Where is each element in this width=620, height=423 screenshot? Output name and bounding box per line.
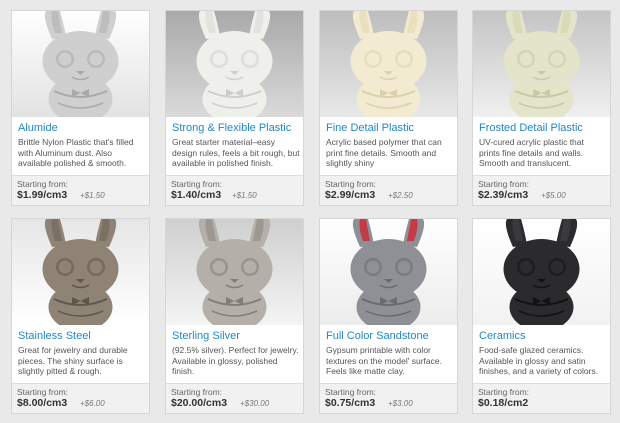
material-card-frosted-detail-plastic[interactable]: Frosted Detail Plastic UV-cured acrylic … bbox=[472, 10, 611, 206]
material-thumbnail[interactable] bbox=[320, 11, 457, 117]
starting-from-label: Starting from: bbox=[478, 179, 530, 189]
figurine-image bbox=[12, 11, 149, 117]
starting-from-label: Starting from: bbox=[171, 387, 223, 397]
materials-grid: Alumide Brittle Nylon Plastic that's fil… bbox=[0, 0, 620, 423]
figurine-image bbox=[12, 219, 149, 325]
figurine-image bbox=[320, 11, 457, 117]
price-extra: +$2.50 bbox=[388, 191, 413, 200]
price: $20.00/cm3 bbox=[171, 397, 228, 409]
price-box: Starting from: $0.75/cm3 +$3.00 bbox=[320, 383, 457, 413]
material-title[interactable]: Frosted Detail Plastic bbox=[479, 122, 609, 134]
price: $0.18/cm2 bbox=[478, 397, 529, 409]
material-title[interactable]: Stainless Steel bbox=[18, 330, 148, 342]
material-thumbnail[interactable] bbox=[320, 219, 457, 325]
material-title[interactable]: Fine Detail Plastic bbox=[326, 122, 456, 134]
material-title[interactable]: Ceramics bbox=[479, 330, 609, 342]
price-box: Starting from: $2.99/cm3 +$2.50 bbox=[320, 175, 457, 205]
material-thumbnail[interactable] bbox=[12, 219, 149, 325]
price-box: Starting from: $0.18/cm2 bbox=[473, 383, 610, 413]
material-thumbnail[interactable] bbox=[166, 11, 303, 117]
price: $8.00/cm3 bbox=[17, 397, 68, 409]
material-description: Brittle Nylon Plastic that's filled with… bbox=[18, 137, 134, 168]
material-card-full-color-sandstone[interactable]: Full Color Sandstone Gypsum printable wi… bbox=[319, 218, 458, 414]
starting-from-label: Starting from: bbox=[171, 179, 223, 189]
material-title[interactable]: Alumide bbox=[18, 122, 148, 134]
price: $2.99/cm3 bbox=[325, 189, 376, 201]
material-thumbnail[interactable] bbox=[473, 219, 610, 325]
price-extra: +$6.00 bbox=[80, 399, 105, 408]
price: $0.75/cm3 bbox=[325, 397, 376, 409]
material-title[interactable]: Strong & Flexible Plastic bbox=[172, 122, 302, 134]
material-card-alumide[interactable]: Alumide Brittle Nylon Plastic that's fil… bbox=[11, 10, 150, 206]
material-card-ceramics[interactable]: Ceramics Food-safe glazed ceramics. Avai… bbox=[472, 218, 611, 414]
material-card-sterling-silver[interactable]: Sterling Silver (92.5% silver). Perfect … bbox=[165, 218, 304, 414]
starting-from-label: Starting from: bbox=[17, 179, 69, 189]
price-extra: +$1.50 bbox=[80, 191, 105, 200]
material-description: Gypsum printable with color textures on … bbox=[326, 345, 442, 376]
material-title[interactable]: Full Color Sandstone bbox=[326, 330, 456, 342]
price-box: Starting from: $8.00/cm3 +$6.00 bbox=[12, 383, 149, 413]
price-extra: +$30.00 bbox=[240, 399, 270, 408]
figurine-image bbox=[166, 11, 303, 117]
price-extra: +$3.00 bbox=[388, 399, 413, 408]
material-description: Great starter material–easy design rules… bbox=[172, 137, 300, 168]
material-card-fine-detail-plastic[interactable]: Fine Detail Plastic Acrylic based polyme… bbox=[319, 10, 458, 206]
starting-from-label: Starting from: bbox=[325, 179, 377, 189]
figurine-image bbox=[473, 219, 610, 325]
price-extra: +$1.50 bbox=[232, 191, 257, 200]
price-box: Starting from: $20.00/cm3 +$30.00 bbox=[166, 383, 303, 413]
starting-from-label: Starting from: bbox=[325, 387, 377, 397]
price-box: Starting from: $2.39/cm3 +$5.00 bbox=[473, 175, 610, 205]
figurine-image bbox=[473, 11, 610, 117]
material-description: (92.5% silver). Perfect for jewelry. Ava… bbox=[172, 345, 299, 376]
price: $2.39/cm3 bbox=[478, 189, 529, 201]
starting-from-label: Starting from: bbox=[478, 387, 530, 397]
material-description: UV-cured acrylic plastic that prints fin… bbox=[479, 137, 584, 168]
material-title[interactable]: Sterling Silver bbox=[172, 330, 302, 342]
material-thumbnail[interactable] bbox=[12, 11, 149, 117]
price-box: Starting from: $1.40/cm3 +$1.50 bbox=[166, 175, 303, 205]
starting-from-label: Starting from: bbox=[17, 387, 69, 397]
figurine-image bbox=[320, 219, 457, 325]
material-thumbnail[interactable] bbox=[473, 11, 610, 117]
price-extra: +$5.00 bbox=[541, 191, 566, 200]
price-box: Starting from: $1.99/cm3 +$1.50 bbox=[12, 175, 149, 205]
price: $1.40/cm3 bbox=[171, 189, 222, 201]
price: $1.99/cm3 bbox=[17, 189, 68, 201]
material-card-stainless-steel[interactable]: Stainless Steel Great for jewelry and du… bbox=[11, 218, 150, 414]
material-thumbnail[interactable] bbox=[166, 219, 303, 325]
material-description: Food-safe glazed ceramics. Available in … bbox=[479, 345, 599, 376]
material-card-strong-flexible-plastic[interactable]: Strong & Flexible Plastic Great starter … bbox=[165, 10, 304, 206]
figurine-image bbox=[166, 219, 303, 325]
material-description: Great for jewelry and durable pieces. Th… bbox=[18, 345, 128, 376]
material-description: Acrylic based polymer that can print fin… bbox=[326, 137, 442, 168]
